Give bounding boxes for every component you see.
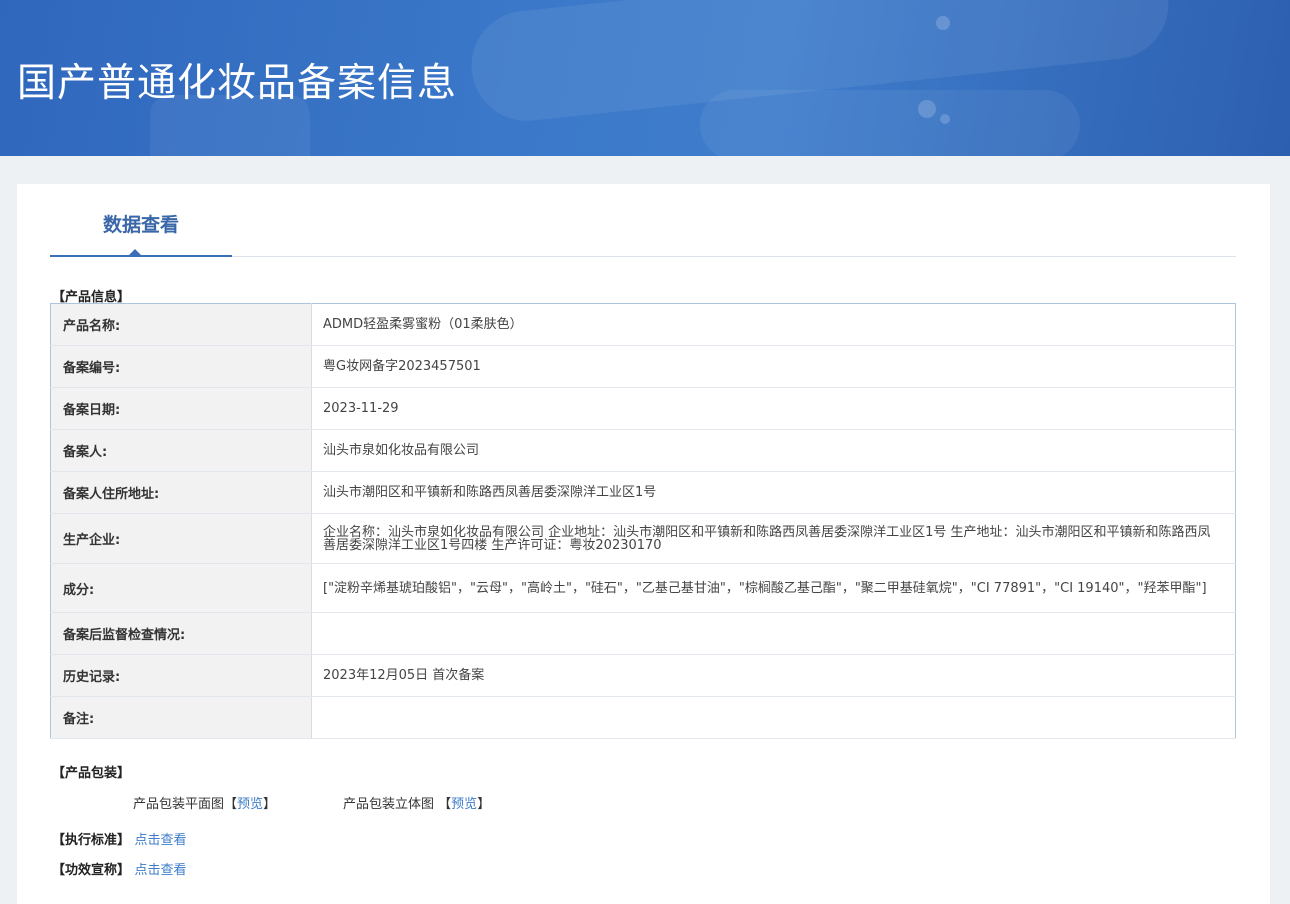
main-card: 数据查看 【产品信息】 产品名称: ADMD轻盈柔雾蜜粉（01柔肤色） 备案编号… xyxy=(17,184,1270,904)
package-flat-image-row: 产品包装平面图【预览】 xyxy=(133,793,276,812)
efficacy-label: 【功效宣称】 xyxy=(52,863,131,878)
row-label: 产品名称: xyxy=(50,303,312,346)
banner-decoration xyxy=(940,114,950,124)
tab-data-view[interactable]: 数据查看 xyxy=(50,184,232,257)
table-row: 备案后监督检查情况: xyxy=(50,612,1236,655)
row-value: 汕头市泉如化妆品有限公司 xyxy=(311,429,1236,472)
row-value: 2023-11-29 xyxy=(311,387,1236,430)
table-row: 备案编号: 粤G妆网备字2023457501 xyxy=(50,345,1236,388)
row-label: 成分: xyxy=(50,563,312,613)
row-label: 备案人: xyxy=(50,429,312,472)
bracket: 【 xyxy=(438,797,452,812)
page-title: 国产普通化妆品备案信息 xyxy=(17,61,458,106)
package-3d-image-row: 产品包装立体图 【预览】 xyxy=(343,793,490,812)
product-info-table: 产品名称: ADMD轻盈柔雾蜜粉（01柔肤色） 备案编号: 粤G妆网备字2023… xyxy=(50,303,1236,739)
table-row: 备案日期: 2023-11-29 xyxy=(50,387,1236,430)
table-row: 备注: xyxy=(50,696,1236,739)
row-label: 备注: xyxy=(50,696,312,739)
row-value xyxy=(311,612,1236,655)
row-value: 汕头市潮阳区和平镇新和陈路西凤善居委深隙洋工业区1号 xyxy=(311,471,1236,514)
bracket: 】 xyxy=(263,797,277,812)
efficacy-row: 【功效宣称】 点击查看 xyxy=(52,859,187,878)
row-label: 备案后监督检查情况: xyxy=(50,612,312,655)
table-row: 成分: ["淀粉辛烯基琥珀酸铝"，"云母"，"高岭土"，"硅石"，"乙基己基甘油… xyxy=(50,563,1236,613)
standard-label: 【执行标准】 xyxy=(52,833,131,848)
row-value xyxy=(311,696,1236,739)
row-value: ["淀粉辛烯基琥珀酸铝"，"云母"，"高岭土"，"硅石"，"乙基己基甘油"，"棕… xyxy=(311,563,1236,613)
row-value: ADMD轻盈柔雾蜜粉（01柔肤色） xyxy=(311,303,1236,346)
tab-active-indicator xyxy=(128,249,142,256)
preview-3d-link[interactable]: 预览 xyxy=(451,797,477,812)
table-row: 历史记录: 2023年12月05日 首次备案 xyxy=(50,654,1236,697)
banner-decoration xyxy=(700,90,1080,156)
bracket: 】 xyxy=(477,797,491,812)
packaging-heading: 【产品包装】 xyxy=(52,766,131,781)
row-label: 历史记录: xyxy=(50,654,312,697)
table-row: 生产企业: 企业名称：汕头市泉如化妆品有限公司 企业地址：汕头市潮阳区和平镇新和… xyxy=(50,513,1236,564)
header-banner: 国产普通化妆品备案信息 xyxy=(0,0,1290,156)
preview-flat-link[interactable]: 预览 xyxy=(237,797,263,812)
bracket: 【 xyxy=(224,797,238,812)
table-row: 产品名称: ADMD轻盈柔雾蜜粉（01柔肤色） xyxy=(50,303,1236,346)
package-flat-label: 产品包装平面图 xyxy=(133,797,225,812)
row-label: 备案人住所地址: xyxy=(50,471,312,514)
package-3d-label: 产品包装立体图 xyxy=(343,797,435,812)
row-label: 备案日期: xyxy=(50,387,312,430)
banner-decoration xyxy=(918,100,936,118)
row-value: 2023年12月05日 首次备案 xyxy=(311,654,1236,697)
efficacy-view-link[interactable]: 点击查看 xyxy=(135,863,187,878)
row-label: 生产企业: xyxy=(50,513,312,564)
standard-view-link[interactable]: 点击查看 xyxy=(135,833,187,848)
row-value: 企业名称：汕头市泉如化妆品有限公司 企业地址：汕头市潮阳区和平镇新和陈路西凤善居… xyxy=(311,513,1236,564)
row-label: 备案编号: xyxy=(50,345,312,388)
tab-bar: 数据查看 xyxy=(50,184,1236,257)
row-value: 粤G妆网备字2023457501 xyxy=(311,345,1236,388)
banner-decoration xyxy=(936,16,950,30)
table-row: 备案人住所地址: 汕头市潮阳区和平镇新和陈路西凤善居委深隙洋工业区1号 xyxy=(50,471,1236,514)
table-row: 备案人: 汕头市泉如化妆品有限公司 xyxy=(50,429,1236,472)
standard-row: 【执行标准】 点击查看 xyxy=(52,829,187,848)
